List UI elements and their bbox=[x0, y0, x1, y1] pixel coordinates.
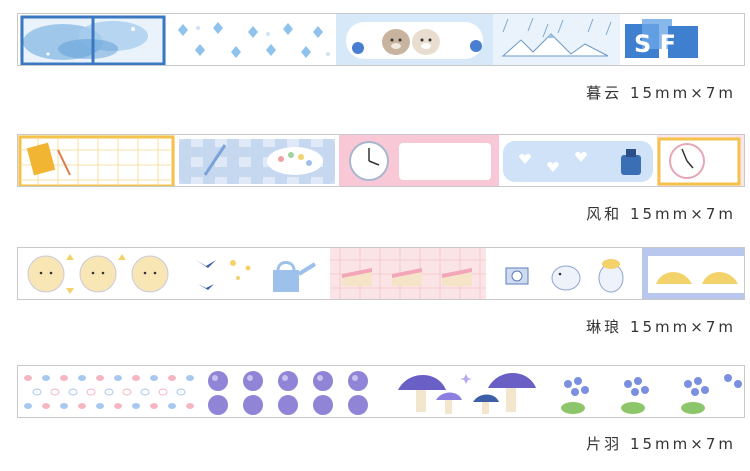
watercolor-window-pattern bbox=[18, 14, 168, 65]
tape-4-feather bbox=[17, 365, 745, 418]
notebook-grid-pattern bbox=[18, 135, 175, 186]
bread-pattern bbox=[642, 248, 744, 299]
tape-2-gentle-breeze bbox=[17, 134, 745, 187]
gingham-palette-pattern bbox=[175, 135, 339, 186]
rainy-mountains-pattern bbox=[493, 14, 620, 65]
letters-text: S F bbox=[634, 30, 676, 58]
camera-animal-pattern bbox=[486, 248, 642, 299]
tape-size: 15mm×7m bbox=[629, 435, 736, 453]
tape-size: 15mm×7m bbox=[629, 318, 736, 336]
ink-bottle-pattern bbox=[499, 135, 657, 186]
dots-pattern bbox=[18, 366, 198, 417]
hydrangea-pattern bbox=[553, 366, 744, 417]
tape-name: 片羽 bbox=[586, 435, 623, 453]
mushrooms-pattern bbox=[388, 366, 553, 417]
bird-watering-can-pattern bbox=[178, 248, 330, 299]
tape-3-dazzling bbox=[17, 247, 745, 300]
cake-slice-pattern bbox=[330, 248, 486, 299]
bear-bread-pattern bbox=[18, 248, 178, 299]
blueberries-pattern bbox=[198, 366, 388, 417]
tape-1-dusk-cloud: S F bbox=[17, 13, 745, 66]
clock-frame-pattern bbox=[339, 135, 499, 186]
caption-1: 暮云 15mm×7m bbox=[586, 82, 736, 103]
diamond-sparkles-pattern bbox=[168, 14, 336, 65]
caption-3: 琳琅 15mm×7m bbox=[586, 316, 736, 337]
tape-size: 15mm×7m bbox=[629, 84, 736, 102]
caption-2: 风和 15mm×7m bbox=[586, 203, 736, 224]
hamsters-pattern bbox=[336, 14, 493, 65]
tape-size: 15mm×7m bbox=[629, 205, 736, 223]
tape-name: 暮云 bbox=[586, 84, 623, 102]
caption-4: 片羽 15mm×7m bbox=[586, 433, 736, 454]
tape-name: 风和 bbox=[586, 205, 623, 223]
blue-letters-pattern: S F bbox=[620, 14, 744, 65]
tape-name: 琳琅 bbox=[586, 318, 623, 336]
clock-pattern bbox=[657, 135, 744, 186]
